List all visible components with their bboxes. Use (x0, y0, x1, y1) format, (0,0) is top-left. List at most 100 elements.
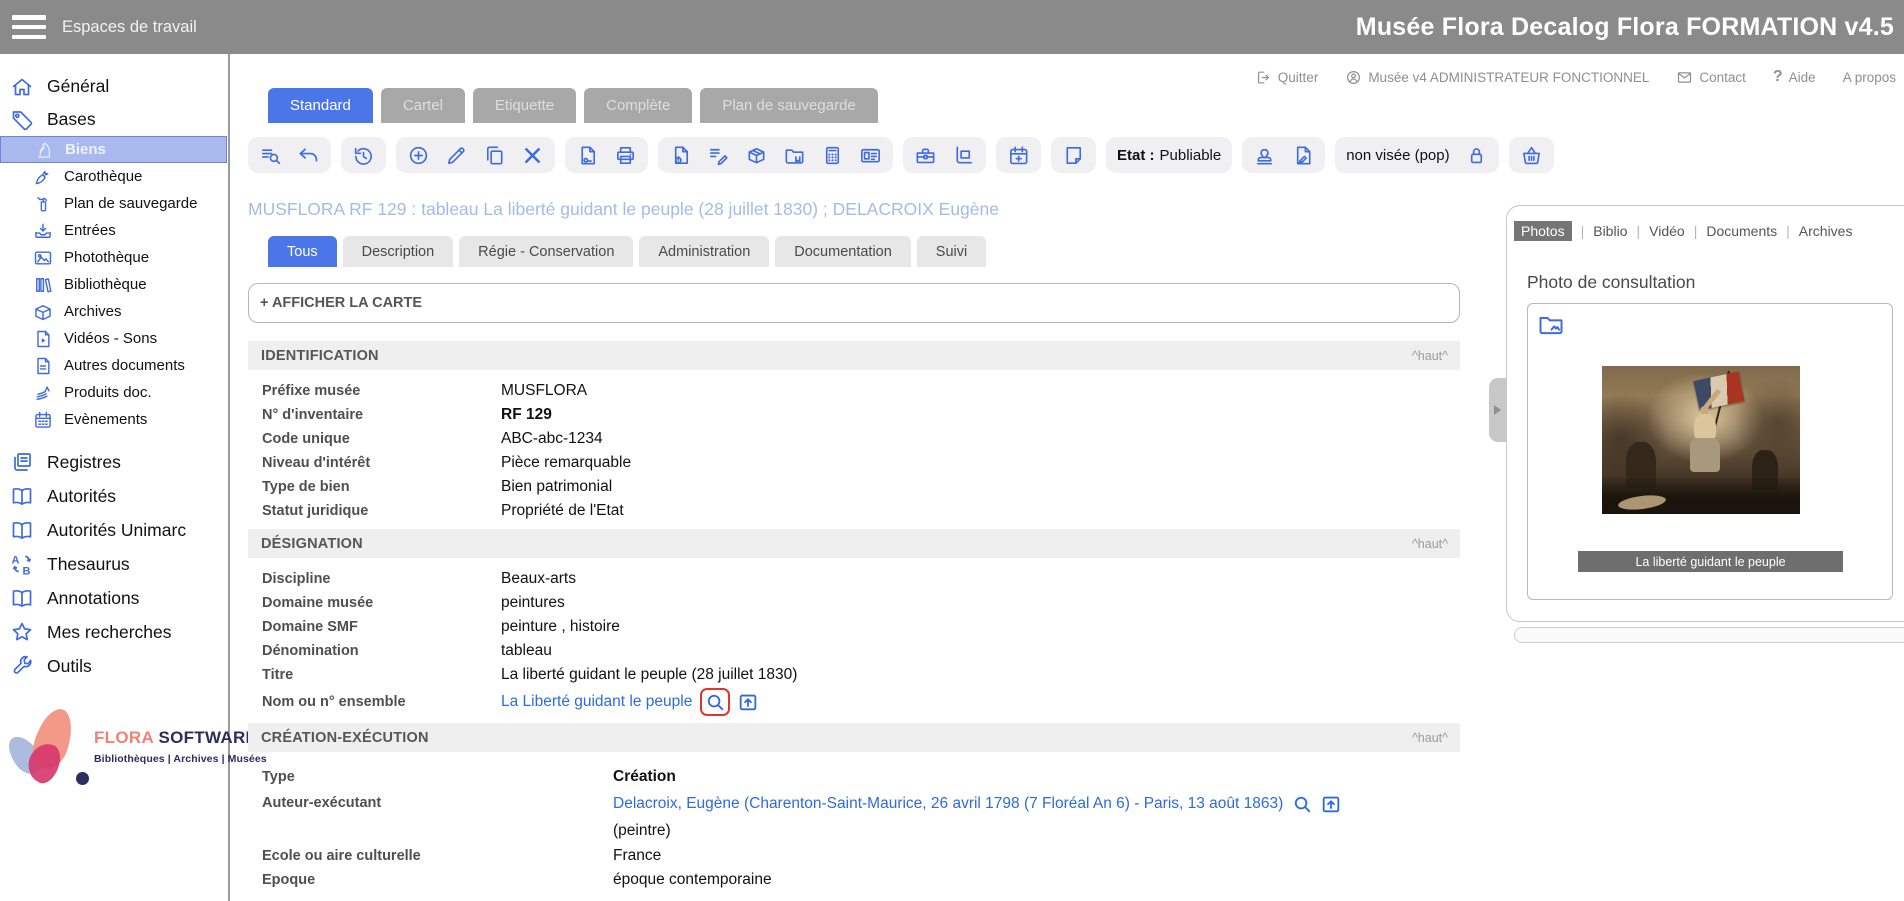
toolbox-button[interactable] (914, 144, 937, 167)
search-author-button[interactable] (1291, 793, 1313, 815)
contact-button[interactable]: Contact (1676, 69, 1746, 86)
view-tab-plan-de-sauvegarde[interactable]: Plan de sauvegarde (700, 88, 877, 123)
ensemble-link[interactable]: La Liberté guidant le peuple (501, 693, 692, 710)
tab-administration[interactable]: Administration (639, 236, 769, 267)
panel-tab-documents[interactable]: Documents (1706, 223, 1777, 239)
sidebar-item-autorites[interactable]: Autorités (0, 479, 228, 513)
field-row: Domaine muséepeintures (262, 591, 1460, 615)
duplicate-record-button[interactable] (483, 144, 506, 167)
field-row: Domaine SMFpeinture , histoire (262, 615, 1460, 639)
sidebar-item-bases[interactable]: Bases (0, 103, 228, 136)
export-document-button[interactable] (576, 144, 599, 167)
sidebar-item-videos-sons[interactable]: Vidéos - Sons (0, 325, 228, 352)
sidebar-item-bibliotheque[interactable]: Bibliothèque (0, 271, 228, 298)
field-row: Nom ou n° ensemble La Liberté guidant le… (262, 687, 1460, 717)
field-row: DisciplineBeaux-arts (262, 567, 1460, 591)
calculator-button[interactable] (821, 144, 844, 167)
sidebar-item-phototheque[interactable]: Photothèque (0, 244, 228, 271)
sidebar-item-biens[interactable]: Biens (0, 136, 227, 163)
sidebar-item-autres-documents[interactable]: Autres documents (0, 352, 228, 379)
sidebar-item-produits-doc[interactable]: Produits doc. (0, 379, 228, 406)
view-tab-etiquette[interactable]: Etiquette (473, 88, 576, 123)
stamp-button[interactable] (1253, 144, 1276, 167)
edit-record-button[interactable] (445, 144, 468, 167)
sidebar-item-plan-de-sauvegarde[interactable]: Plan de sauvegarde (0, 190, 228, 217)
folder-photo-button[interactable] (1537, 311, 1565, 339)
workspaces-label[interactable]: Espaces de travail (62, 18, 197, 37)
note-button[interactable] (1062, 144, 1085, 167)
back-button[interactable] (297, 144, 320, 167)
movement-button[interactable] (952, 144, 975, 167)
sidebar-item-mes-recherches[interactable]: Mes recherches (0, 615, 228, 649)
delete-record-button[interactable] (521, 144, 544, 167)
photo-caption: La liberté guidant le peuple (1578, 551, 1843, 572)
panel-tab-video[interactable]: Vidéo (1649, 223, 1685, 239)
tab-documentation[interactable]: Documentation (775, 236, 911, 267)
panel-tab-photos[interactable]: Photos (1514, 221, 1572, 241)
home-icon (10, 75, 34, 99)
add-event-button[interactable] (1007, 144, 1030, 167)
tab-description[interactable]: Description (343, 236, 454, 267)
section-header-designation: DÉSIGNATION ^haut^ (248, 529, 1460, 558)
id-card-button[interactable] (859, 144, 882, 167)
menu-icon[interactable] (12, 15, 46, 39)
panel-tab-biblio[interactable]: Biblio (1593, 223, 1627, 239)
record-list-button[interactable] (259, 144, 282, 167)
search-ensemble-button[interactable] (704, 691, 726, 713)
copy-icon (483, 144, 506, 167)
package-button[interactable] (745, 144, 768, 167)
tab-regie-conservation[interactable]: Régie - Conservation (459, 236, 633, 267)
basket-button[interactable] (1520, 144, 1543, 167)
open-ensemble-button[interactable] (737, 691, 759, 713)
sidebar-item-general[interactable]: Général (0, 70, 228, 103)
section-title: IDENTIFICATION (261, 348, 379, 364)
sidebar-item-entrees[interactable]: Entrées (0, 217, 228, 244)
panel-tab-archives[interactable]: Archives (1799, 223, 1853, 239)
sidebar-item-outils[interactable]: Outils (0, 649, 228, 683)
stamp-icon (1253, 144, 1276, 167)
document-icon (33, 356, 53, 376)
mail-icon (1676, 69, 1693, 86)
sidebar-item-thesaurus[interactable]: Thesaurus (0, 547, 228, 581)
papers-icon (33, 383, 53, 403)
trolley-icon (952, 144, 975, 167)
edit-list-button[interactable] (707, 144, 730, 167)
attach-document-button[interactable] (669, 144, 692, 167)
view-tab-cartel[interactable]: Cartel (381, 88, 465, 123)
history-button[interactable] (352, 144, 375, 167)
delete-x-icon (521, 144, 544, 167)
back-to-top-link[interactable]: ^haut^ (1412, 349, 1448, 363)
sidebar-item-evenements[interactable]: Evènements (0, 406, 228, 433)
field-row: Ecole ou aire culturelleFrance (262, 844, 1460, 868)
panel-collapse-handle[interactable] (1489, 378, 1506, 442)
section-header-identification: IDENTIFICATION ^haut^ (248, 341, 1460, 370)
open-author-button[interactable] (1320, 793, 1342, 815)
question-mark-icon: ? (1773, 68, 1783, 86)
sidebar-item-annotations[interactable]: Annotations (0, 581, 228, 615)
back-to-top-link[interactable]: ^haut^ (1412, 731, 1448, 745)
tab-suivi[interactable]: Suivi (917, 236, 986, 267)
sign-document-button[interactable] (1291, 144, 1314, 167)
folder-bookmark-button[interactable] (783, 144, 806, 167)
history-icon (352, 144, 375, 167)
toolbar: Etat :Publiable non visée (pop) (248, 137, 1460, 173)
magnifier-icon (1291, 793, 1313, 815)
sidebar-item-registres[interactable]: Registres (0, 445, 228, 479)
aide-button[interactable]: ? Aide (1773, 68, 1816, 86)
show-map-toggle[interactable]: + AFFICHER LA CARTE (248, 283, 1460, 323)
print-button[interactable] (614, 144, 637, 167)
view-tab-standard[interactable]: Standard (268, 88, 373, 123)
sidebar-item-carotheque[interactable]: Carothèque (0, 163, 228, 190)
apropos-button[interactable]: A propos (1843, 70, 1896, 85)
open-book-icon (10, 484, 34, 508)
view-tab-complete[interactable]: Complète (584, 88, 692, 123)
tab-tous[interactable]: Tous (268, 236, 337, 267)
sidebar-item-autorites-unimarc[interactable]: Autorités Unimarc (0, 513, 228, 547)
author-link[interactable]: Delacroix, Eugène (Charenton-Saint-Mauri… (613, 795, 1283, 813)
back-to-top-link[interactable]: ^haut^ (1412, 537, 1448, 551)
artwork-thumbnail[interactable] (1602, 366, 1800, 514)
sidebar-item-archives[interactable]: Archives (0, 298, 228, 325)
lock-button[interactable] (1465, 144, 1488, 167)
visa-chip[interactable]: non visée (pop) (1335, 137, 1498, 173)
add-record-button[interactable] (407, 144, 430, 167)
